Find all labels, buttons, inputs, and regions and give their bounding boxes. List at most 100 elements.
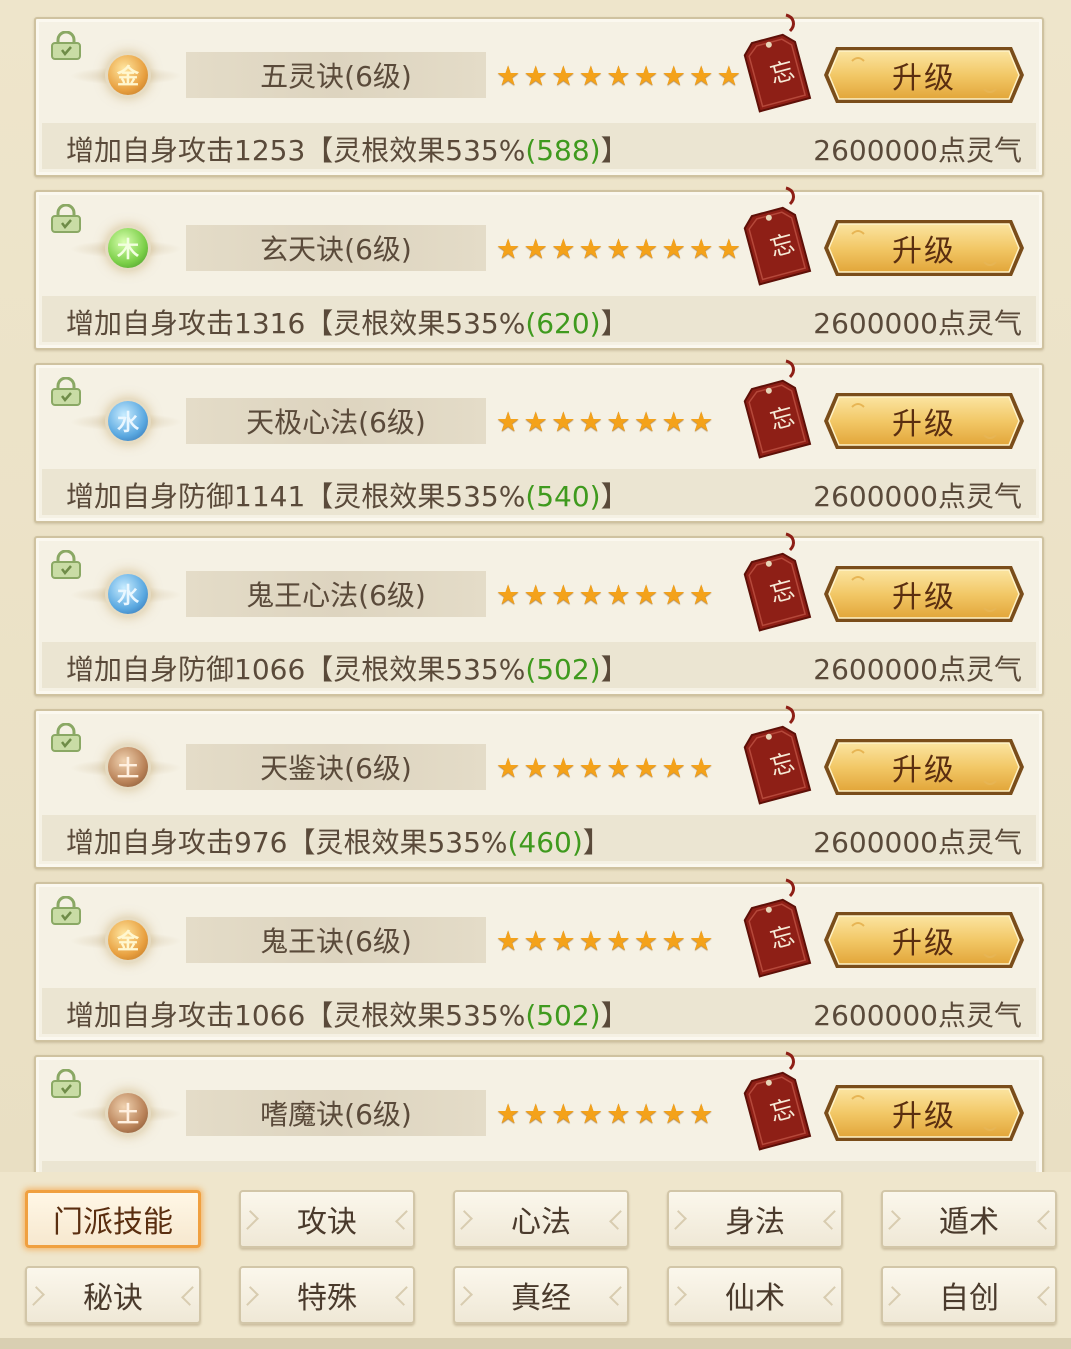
star-icon: ★: [689, 579, 714, 611]
star-icon: ★: [523, 60, 548, 92]
forget-button[interactable]: 忘: [742, 1051, 816, 1151]
element-orb: 水: [108, 401, 148, 441]
star-icon: ★: [496, 233, 521, 265]
upgrade-button[interactable]: 升级: [822, 45, 1026, 105]
cost-text: 2600000点灵气: [813, 134, 1022, 167]
effect-text: 增加自身攻击1253【灵根效果535%(588)】: [66, 129, 629, 169]
skill-card-5: 土 天鉴诀(6级) ★ ★ ★ ★ ★ ★ ★ ★ 忘 升级 增加自身攻击976…: [34, 705, 1044, 869]
element-emblem: 木: [70, 212, 182, 284]
forget-button[interactable]: 忘: [742, 878, 816, 978]
forget-button[interactable]: 忘: [742, 13, 816, 113]
star-icon: ★: [523, 925, 548, 957]
element-emblem: 土: [70, 731, 182, 803]
skill-name: 天极心法(6级): [186, 398, 486, 444]
upgrade-button[interactable]: 升级: [822, 564, 1026, 624]
tab-3[interactable]: 心法: [453, 1190, 629, 1248]
effect-prefix: 增加自身攻击1066【灵根效果535%: [66, 999, 526, 1032]
tab-4[interactable]: 身法: [667, 1190, 843, 1248]
star-icon: ★: [661, 406, 686, 438]
star-icon: ★: [578, 406, 603, 438]
skill-name: 玄天诀(6级): [186, 225, 486, 271]
skill-name-text: 天极心法(6级): [246, 406, 426, 439]
star-icon: ★: [523, 752, 548, 784]
star-icon: ★: [551, 233, 576, 265]
effect-row: 增加自身防御1066【灵根效果535%(502)】 2600000点灵气: [42, 642, 1036, 688]
element-orb: 水: [108, 574, 148, 614]
tab-10[interactable]: 自创: [881, 1266, 1057, 1324]
tab-8[interactable]: 真经: [453, 1266, 629, 1324]
skill-card-6: 金 鬼王诀(6级) ★ ★ ★ ★ ★ ★ ★ ★ 忘 升级 增加自身攻击106…: [34, 878, 1044, 1042]
upgrade-button[interactable]: 升级: [822, 737, 1026, 797]
skill-card-3: 水 天极心法(6级) ★ ★ ★ ★ ★ ★ ★ ★ 忘 升级 增加自身防御11…: [34, 359, 1044, 523]
star-icon: ★: [578, 925, 603, 957]
effect-suffix: 】: [600, 134, 629, 167]
forget-button[interactable]: 忘: [742, 186, 816, 286]
tab-2[interactable]: 攻诀: [239, 1190, 415, 1248]
star-icon: ★: [606, 406, 631, 438]
forget-button[interactable]: 忘: [742, 359, 816, 459]
star-icon: ★: [551, 925, 576, 957]
star-icon: ★: [523, 579, 548, 611]
skill-card-1: 金 五灵诀(6级) ★ ★ ★ ★ ★ ★ ★ ★ ★ 忘 升级 增加自身攻击1…: [34, 13, 1044, 177]
upgrade-label: 升级: [892, 753, 956, 788]
star-icon: ★: [578, 1098, 603, 1130]
upgrade-button[interactable]: 升级: [822, 391, 1026, 451]
tab-6[interactable]: 秘诀: [25, 1266, 201, 1324]
bottom-strip: [0, 1338, 1071, 1349]
forget-button[interactable]: 忘: [742, 532, 816, 632]
upgrade-label: 升级: [892, 926, 956, 961]
effect-bonus: (540): [525, 480, 601, 513]
upgrade-label: 升级: [892, 61, 956, 96]
element-emblem: 金: [70, 39, 182, 111]
star-icon: ★: [606, 1098, 631, 1130]
cost-text: 2600000点灵气: [813, 826, 1022, 859]
effect-text: 增加自身攻击1316【灵根效果535%(620)】: [66, 302, 629, 342]
upgrade-button[interactable]: 升级: [822, 910, 1026, 970]
star-rating: ★ ★ ★ ★ ★ ★ ★ ★: [496, 407, 717, 437]
star-icon: ★: [633, 752, 659, 784]
effect-row: 增加自身防御1141【灵根效果535%(540)】 2600000点灵气: [42, 469, 1036, 515]
tab-7[interactable]: 特殊: [239, 1266, 415, 1324]
effect-row: 增加自身攻击1316【灵根效果535%(620)】 2600000点灵气: [42, 296, 1036, 342]
skill-name-text: 鬼王诀(6级): [260, 925, 412, 958]
star-icon: ★: [496, 579, 521, 611]
effect-prefix: 增加自身攻击1316【灵根效果535%: [66, 307, 526, 340]
star-icon: ★: [523, 1098, 548, 1130]
star-icon: ★: [551, 406, 576, 438]
star-rating: ★ ★ ★ ★ ★ ★ ★ ★: [496, 1099, 717, 1129]
skill-list[interactable]: 金 五灵诀(6级) ★ ★ ★ ★ ★ ★ ★ ★ ★ 忘 升级 增加自身攻击1…: [0, 0, 1071, 1172]
star-icon: ★: [551, 752, 576, 784]
upgrade-button[interactable]: 升级: [822, 1083, 1026, 1143]
tab-9[interactable]: 仙术: [667, 1266, 843, 1324]
upgrade-label: 升级: [892, 1099, 956, 1134]
skill-name-text: 玄天诀(6级): [260, 233, 412, 266]
skill-name: 嗜魔诀(6级): [186, 1090, 486, 1136]
element-emblem: 土: [70, 1077, 182, 1149]
star-icon: ★: [633, 579, 659, 611]
element-orb: 金: [108, 920, 148, 960]
effect-row: 增加自身攻击1066【灵根效果535%(502)】 2600000点灵气: [42, 988, 1036, 1034]
star-icon: ★: [496, 925, 521, 957]
element-emblem: 水: [70, 558, 182, 630]
star-icon: ★: [496, 60, 521, 92]
effect-bonus: (620): [525, 307, 601, 340]
star-icon: ★: [716, 233, 741, 265]
star-icon: ★: [523, 233, 548, 265]
effect-row: 增加自身攻击976【灵根效果535%(460)】 2600000点灵气: [42, 815, 1036, 861]
tab-1[interactable]: 门派技能: [25, 1190, 201, 1248]
tab-bar: 门派技能 攻诀 心法 身法 遁术秘诀 特殊 真经 仙术 自创: [0, 1172, 1071, 1349]
forget-button[interactable]: 忘: [742, 705, 816, 805]
tab-5[interactable]: 遁术: [881, 1190, 1057, 1248]
star-icon: ★: [689, 60, 714, 92]
skill-name: 天鉴诀(6级): [186, 744, 486, 790]
star-icon: ★: [606, 579, 631, 611]
upgrade-button[interactable]: 升级: [822, 218, 1026, 278]
star-rating: ★ ★ ★ ★ ★ ★ ★ ★: [496, 926, 717, 956]
skill-card-2: 木 玄天诀(6级) ★ ★ ★ ★ ★ ★ ★ ★ ★ 忘 升级 增加自身攻击1…: [34, 186, 1044, 350]
effect-prefix: 增加自身防御1066【灵根效果535%: [66, 653, 526, 686]
star-rating: ★ ★ ★ ★ ★ ★ ★ ★: [496, 580, 717, 610]
star-icon: ★: [606, 752, 631, 784]
effect-text: 增加自身攻击976【灵根效果535%(460)】: [66, 821, 611, 861]
cost-text: 2600000点灵气: [813, 480, 1022, 513]
effect-row: [42, 1161, 1036, 1172]
